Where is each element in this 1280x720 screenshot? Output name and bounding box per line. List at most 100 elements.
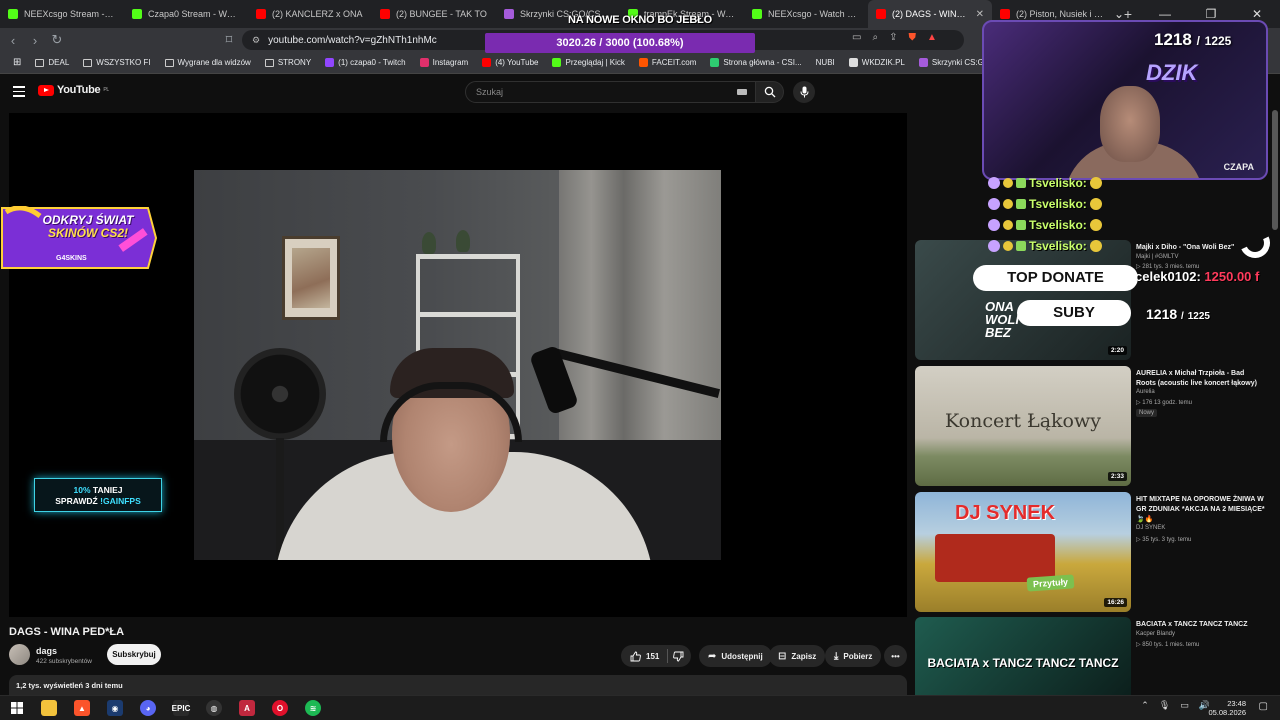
keyboard-icon[interactable] [737, 89, 747, 95]
brave-rewards-icon[interactable]: ▲ [927, 32, 937, 43]
youtube-logo[interactable]: YouTube PL [38, 84, 109, 96]
folder-icon [264, 58, 274, 67]
download-button[interactable]: ⤓ Pobierz [825, 645, 882, 667]
search-button[interactable] [756, 81, 784, 103]
video-thumbnail[interactable]: Koncert Łąkowy 2:33 [915, 366, 1131, 486]
video-description[interactable]: 1,2 tys. wyświetleń 3 dni temu [9, 675, 907, 695]
browser-tab[interactable]: NEEXcsgo - Watch clips o [744, 0, 868, 28]
windows-start-icon[interactable] [9, 700, 25, 716]
browser-tab-active[interactable]: (2) DAGS - WINA PED✕ [868, 0, 992, 28]
bookmark-folder[interactable]: STRONY [258, 58, 318, 67]
channel-name[interactable]: dags [36, 646, 57, 656]
streamer-name: CZAPA [1223, 162, 1254, 172]
bookmark-link[interactable]: Instagram [413, 58, 476, 67]
adobe-app-icon[interactable]: A [239, 700, 255, 716]
opera-icon[interactable]: O [272, 700, 288, 716]
brave-shield-icon[interactable]: ⛊ [908, 32, 916, 43]
bookmark-link[interactable]: FACEIT.com [632, 58, 703, 67]
youtube-icon [482, 58, 492, 67]
skins-ad-banner[interactable]: ODKRYJ ŚWIAT SKINÓW CS2! G4SKINS [0, 205, 160, 270]
download-icon: ⤓ [834, 650, 839, 662]
video-channel[interactable]: Aurelia [1136, 389, 1266, 395]
chat-overlay: Tsvelisko: Tsvelisko: Tsvelisko: Tsvelis… [988, 172, 1102, 256]
more-actions-button[interactable]: ••• [884, 645, 907, 667]
save-button[interactable]: ⊟ Zapisz [769, 645, 826, 667]
bookmark-folder[interactable]: WSZYSTKO FI [76, 58, 157, 67]
gainfps-ad-banner[interactable]: 10% TANIEJ SPRAWDŹ !GAINFPS [34, 478, 162, 512]
view-count-and-date: 1,2 tys. wyświetleń 3 dni temu [16, 681, 123, 690]
subscribe-button[interactable]: Subskrybuj [107, 644, 161, 665]
obs-icon[interactable]: ◍ [206, 700, 222, 716]
video-thumbnail[interactable]: DJ SYNEK Przytuły 16:26 [915, 492, 1131, 612]
recommended-video[interactable]: BACIATA x TANCZ TANCZ TANCZ BACIATA x TA… [915, 617, 1275, 695]
folder-icon [164, 58, 174, 67]
video-title-link[interactable]: HIT MIXTAPE NA OPOROWE ŻNIWA W GR ZDUNIA… [1136, 495, 1266, 525]
discord-icon[interactable]: ◕ [140, 700, 156, 716]
page-scrollbar[interactable] [1272, 110, 1278, 230]
zoom-icon[interactable]: ⌕ [872, 32, 878, 43]
spotify-icon[interactable]: ≋ [305, 700, 321, 716]
video-channel[interactable]: Kacper Blandy [1136, 631, 1266, 637]
emote-icon [988, 239, 1000, 252]
channel-avatar[interactable] [9, 644, 30, 665]
recommended-video[interactable]: Koncert Łąkowy 2:33 AURELIA x Michał Trz… [915, 366, 1275, 486]
browser-tab[interactable]: Czapa0 Stream - Watch Li [124, 0, 248, 28]
browser-tab[interactable]: (2) KANCLERZ x ONA [248, 0, 372, 28]
search-input[interactable]: Szukaj [465, 81, 756, 103]
video-title-link[interactable]: BACIATA x TANCZ TANCZ TANCZ [1136, 620, 1266, 630]
folder-icon [35, 58, 45, 67]
steam-icon[interactable]: ◉ [107, 700, 123, 716]
reload-icon[interactable]: ↻ [46, 32, 68, 48]
video-duration: 2:33 [1107, 472, 1127, 481]
stream-caption: NA NOWE OKNO BO JEBŁO [568, 14, 712, 26]
streamer-webcam: 1218 / 1225 DZIK CZAPA [982, 20, 1268, 180]
voice-search-button[interactable] [793, 81, 815, 103]
video-channel[interactable]: DJ SYNEK [1136, 525, 1266, 531]
emote-icon [1089, 218, 1102, 231]
bookmark-link[interactable]: WKDZIK.PL [842, 58, 912, 67]
folder-icon [83, 58, 93, 67]
tab-favicon-icon [504, 9, 514, 19]
microphone-tray-icon[interactable]: 🎙 [1159, 700, 1170, 711]
subs-counter: 1218 / 1225 [1146, 306, 1210, 322]
recommended-video[interactable]: DJ SYNEK Przytuły 16:26 HIT MIXTAPE NA O… [915, 492, 1275, 612]
video-title-link[interactable]: AURELIA x Michał Trzpioła - Bad Roots (a… [1136, 369, 1266, 389]
epic-games-icon[interactable]: EPIC [172, 700, 190, 716]
apps-icon[interactable]: ⊞ [6, 57, 28, 68]
bookmark-link[interactable]: (1) czapa0 - Twitch [318, 58, 412, 67]
brave-browser-icon[interactable]: ▲ [74, 700, 90, 716]
file-explorer-icon[interactable] [41, 700, 57, 716]
cast-icon[interactable]: ▭ [852, 32, 861, 43]
close-tab-icon[interactable]: ✕ [976, 9, 984, 20]
bookmark-folder[interactable]: Wygrane dla widzów [158, 58, 258, 67]
network-icon[interactable]: ▭ [1180, 700, 1189, 711]
notifications-icon[interactable]: ▢ [1259, 701, 1268, 712]
bookmark-link[interactable]: (4) YouTube [475, 58, 545, 67]
chat-message: Tsvelisko: [988, 235, 1102, 256]
forward-icon[interactable]: › [24, 33, 46, 48]
fan [234, 348, 326, 440]
emote-icon [1089, 197, 1102, 210]
site-info-icon[interactable]: ⚙ [252, 35, 260, 46]
video-thumbnail[interactable]: BACIATA x TANCZ TANCZ TANCZ [915, 617, 1131, 695]
bookmark-link[interactable]: NUBI [809, 58, 842, 67]
browser-tab[interactable]: NEEXcsgo Stream - Watch Li [0, 0, 124, 28]
top-donate-entry: celek0102: 1250.00 f [1135, 269, 1260, 284]
video-player[interactable]: ODKRYJ ŚWIAT SKINÓW CS2! G4SKINS 10% TAN… [1, 113, 907, 617]
bookmark-folder[interactable]: DEAL [28, 58, 76, 67]
share-button[interactable]: ➦ Udostępnij [699, 645, 772, 667]
tray-overflow-icon[interactable]: ⌃ [1141, 700, 1149, 711]
bookmark-icon[interactable]: ⌑ [218, 32, 240, 48]
tab-favicon-icon [1000, 9, 1010, 19]
bookmark-link[interactable]: Strona główna - CSI... [703, 58, 808, 67]
chat-message: Tsvelisko: [988, 214, 1102, 235]
menu-icon[interactable] [13, 86, 25, 100]
dislike-button[interactable] [673, 651, 684, 662]
like-button[interactable]: 151 [630, 651, 659, 662]
system-clock[interactable]: 23:48 05.08.2026 [1208, 699, 1246, 717]
share-icon[interactable]: ⇪ [889, 32, 897, 43]
back-icon[interactable]: ‹ [2, 33, 24, 48]
bookmark-link[interactable]: Przeglądaj | Kick [545, 58, 631, 67]
browser-tab[interactable]: (2) BUNGEE - TAK TO [372, 0, 496, 28]
url-text[interactable]: youtube.com/watch?v=gZhNTh1nhMc [268, 35, 437, 46]
